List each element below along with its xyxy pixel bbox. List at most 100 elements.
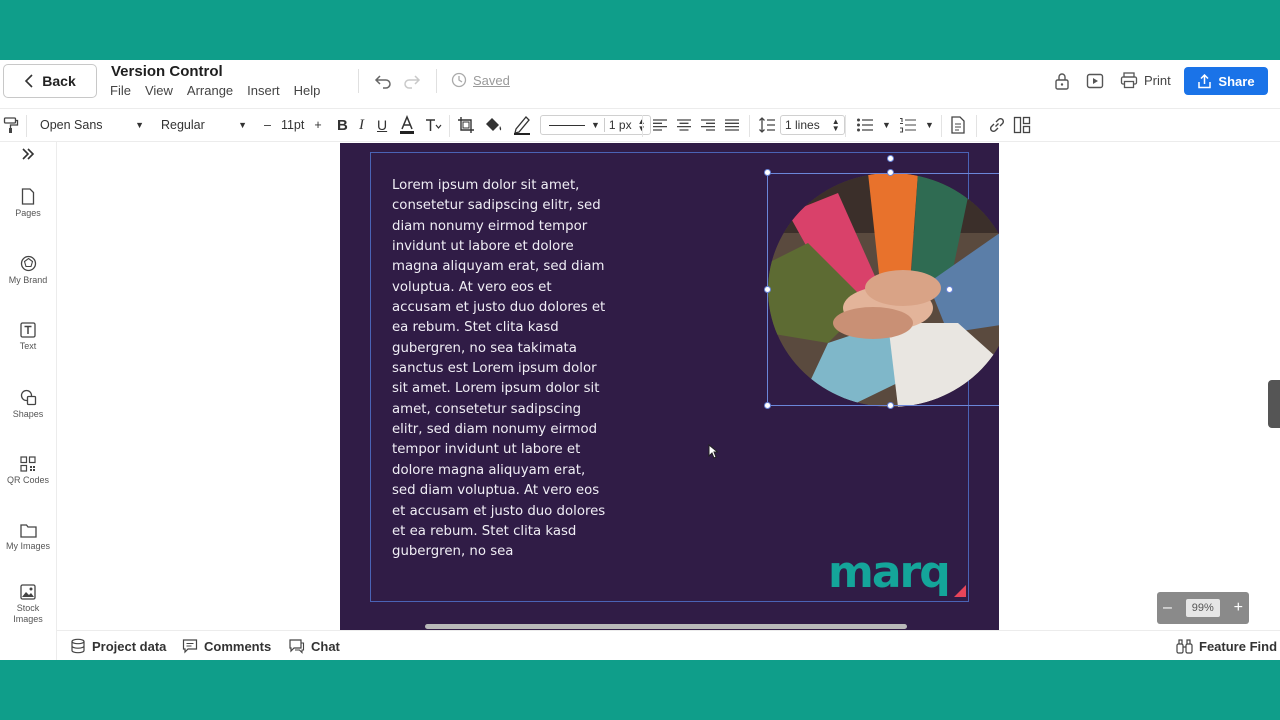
caret-down-icon[interactable]: ▼	[925, 120, 934, 130]
document-title[interactable]: Version Control	[111, 63, 223, 80]
paint-bucket-icon	[486, 118, 502, 131]
menu-insert[interactable]: Insert	[247, 83, 280, 98]
sidebar-item-text[interactable]: Text	[0, 322, 56, 352]
menu-help[interactable]: Help	[294, 83, 321, 98]
feature-find-button[interactable]: Feature Find	[1176, 638, 1277, 654]
sidebar-item-my-images[interactable]: My Images	[0, 523, 56, 552]
resize-handle[interactable]	[764, 286, 771, 293]
plus-icon[interactable]: +	[314, 118, 321, 132]
rotate-handle[interactable]	[887, 155, 894, 162]
zoom-in-icon[interactable]: +	[1234, 599, 1243, 617]
share-label: Share	[1218, 73, 1255, 89]
bold-icon[interactable]: B	[337, 109, 348, 141]
qr-code-icon	[20, 456, 36, 472]
undo-icon[interactable]	[374, 72, 392, 90]
chat-button[interactable]: Chat	[288, 638, 340, 654]
sidebar-item-label: My Brand	[8, 275, 48, 285]
zoom-level[interactable]: 99%	[1185, 599, 1220, 617]
sidebar-item-my-brand[interactable]: My Brand	[0, 255, 56, 286]
mouse-cursor-icon	[708, 444, 718, 459]
stroke-style-box[interactable]: ▼ 1 px ▲▼	[540, 115, 651, 135]
resize-handle[interactable]	[764, 169, 771, 176]
format-painter-button[interactable]	[3, 109, 19, 141]
menu-view[interactable]: View	[145, 83, 173, 98]
text-style-button[interactable]	[424, 109, 442, 141]
arrange-button[interactable]	[950, 109, 966, 141]
link-icon	[989, 117, 1005, 133]
feature-find-label: Feature Find	[1199, 638, 1278, 654]
link-button[interactable]	[988, 109, 1006, 141]
stroke-style-select[interactable]: ▼ 1 px ▲▼	[540, 109, 651, 141]
marq-logo[interactable]: marq	[828, 551, 951, 595]
saved-status[interactable]: Saved	[451, 72, 510, 88]
comments-label: Comments	[204, 638, 272, 654]
paint-roller-icon	[3, 117, 19, 133]
align-center-button[interactable]	[676, 109, 692, 141]
minus-icon[interactable]: –	[264, 118, 271, 132]
horizontal-scrollbar[interactable]	[425, 624, 907, 629]
chat-icon	[289, 639, 305, 654]
text-line: amet, consetetur sadipscing	[392, 401, 582, 417]
print-button[interactable]: Print	[1120, 71, 1171, 89]
selection-box[interactable]	[767, 173, 999, 406]
text-color-button[interactable]	[399, 109, 415, 141]
menu-file[interactable]: File	[110, 83, 131, 98]
font-size-value[interactable]: 11pt	[281, 118, 304, 132]
font-size-stepper[interactable]: – 11pt +	[264, 109, 322, 141]
document-icon	[951, 116, 965, 134]
line-spacing-control[interactable]: 1 lines ▲ ▼	[758, 109, 845, 141]
text-line: et ea rebum. Stet clita kasd	[392, 523, 577, 539]
sidebar-item-shapes[interactable]: Shapes	[0, 389, 56, 420]
zoom-out-icon[interactable]: –	[1163, 599, 1172, 617]
crop-button[interactable]	[457, 109, 475, 141]
stroke-color-button[interactable]	[513, 109, 531, 141]
comment-icon	[182, 639, 198, 654]
side-panel-toggle[interactable]	[1268, 380, 1280, 428]
stroke-width-value: 1 px	[608, 118, 632, 132]
align-right-button[interactable]	[700, 109, 716, 141]
align-left-button[interactable]	[652, 109, 668, 141]
resize-handle[interactable]	[764, 402, 771, 409]
line-spacing-box[interactable]: 1 lines ▲ ▼	[780, 115, 845, 135]
italic-icon[interactable]: I	[359, 109, 364, 141]
sidebar-collapse-toggle[interactable]	[0, 147, 56, 164]
bullet-list-button[interactable]: ▼	[856, 109, 891, 141]
comments-button[interactable]: Comments	[182, 638, 271, 654]
sidebar-item-qr-codes[interactable]: QR Codes	[0, 456, 56, 486]
lock-icon[interactable]	[1054, 72, 1070, 90]
crop-handle[interactable]	[946, 286, 953, 293]
redo-icon[interactable]	[403, 72, 421, 90]
body-text[interactable]: Lorem ipsum dolor sit amet, consetetur s…	[392, 176, 632, 563]
crop-icon	[458, 117, 474, 133]
caret-down-icon[interactable]: ▼	[882, 120, 891, 130]
present-icon[interactable]	[1086, 72, 1104, 90]
share-button[interactable]: Share	[1184, 67, 1268, 95]
font-family-select[interactable]: Open Sans ▼	[40, 109, 144, 141]
text-icon	[20, 322, 36, 338]
bullet-list-icon	[857, 118, 873, 132]
underline-icon[interactable]: U	[377, 109, 387, 141]
align-right-icon	[701, 119, 715, 131]
group-button[interactable]	[1013, 109, 1031, 141]
fill-color-button[interactable]	[485, 109, 503, 141]
text-line: invidunt ut labore et dolore	[392, 239, 574, 255]
resize-handle[interactable]	[887, 169, 894, 176]
justify-button[interactable]	[724, 109, 740, 141]
back-button[interactable]: Back	[3, 64, 97, 98]
divider	[603, 118, 605, 132]
back-label: Back	[42, 73, 76, 89]
divider	[749, 115, 750, 137]
design-page[interactable]: Lorem ipsum dolor sit amet, consetetur s…	[340, 143, 999, 631]
resize-handle[interactable]	[887, 402, 894, 409]
canvas-area[interactable]: Lorem ipsum dolor sit amet, consetetur s…	[57, 142, 1280, 631]
font-weight-select[interactable]: Regular ▼	[161, 109, 247, 141]
numbered-list-button[interactable]: ▼	[899, 109, 934, 141]
chat-label: Chat	[311, 638, 340, 654]
spinner-icon[interactable]: ▲▼	[832, 118, 840, 133]
project-data-button[interactable]: Project data	[70, 638, 166, 654]
menu-arrange[interactable]: Arrange	[187, 83, 233, 98]
sidebar-item-pages[interactable]: Pages	[0, 188, 56, 219]
sidebar-item-stock-images[interactable]: Stock Images	[0, 584, 56, 625]
brand-icon	[20, 255, 36, 272]
group-icon	[1013, 116, 1031, 134]
